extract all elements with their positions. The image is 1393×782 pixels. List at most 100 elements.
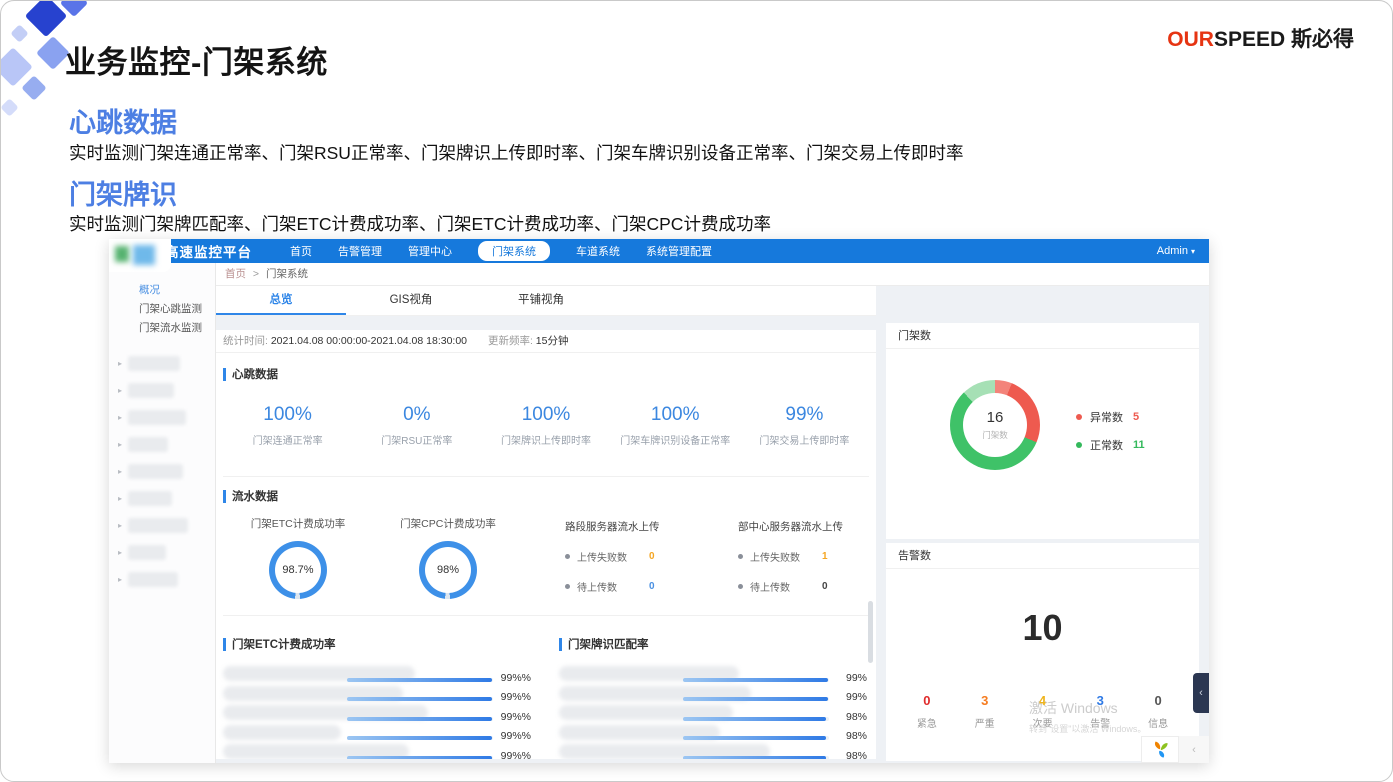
nav-item-告警管理[interactable]: 告警管理 — [338, 243, 382, 259]
heartbeat-stat: 99% 门架交易上传即时率 — [740, 404, 869, 447]
sidebar-item-门架心跳监测[interactable]: 门架心跳监测 — [109, 300, 215, 319]
heartbeat-stat: 0%门架RSU正常率 — [352, 404, 481, 447]
bar-value-label: 98% — [846, 730, 867, 742]
tab-总览[interactable]: 总览 — [216, 286, 346, 315]
stat-time-label: 统计时间: — [223, 335, 268, 347]
tab-GIS视角[interactable]: GIS视角 — [346, 286, 476, 315]
watermark-line1: 激活 Windows — [1029, 698, 1146, 718]
upload-row: 待上传数0 — [738, 579, 869, 594]
tab-平铺视角[interactable]: 平铺视角 — [476, 286, 606, 315]
alarm-severity-label: 紧急 — [898, 715, 956, 730]
gantry-card-title: 门架数 — [886, 323, 1199, 349]
bar-value-label: 99%% — [501, 730, 531, 742]
sidebar-item-门架流水监测[interactable]: 门架流水监测 — [109, 319, 215, 338]
stat-label: 门架牌识上传即时率 — [481, 432, 610, 447]
bar-row: 99% — [559, 685, 869, 705]
redacted-label — [128, 491, 172, 506]
chevron-right-icon: ▸ — [118, 440, 128, 449]
bar-value-label: 99% — [846, 691, 867, 703]
sidebar-item-redacted[interactable]: ▸ — [109, 377, 215, 404]
decor-diamond — [0, 98, 18, 116]
nav-item-门架系统[interactable]: 门架系统 — [478, 241, 550, 261]
stat-value: 100% — [223, 404, 352, 426]
sidebar-item-redacted[interactable]: ▸ — [109, 350, 215, 377]
bar-row: 98% — [559, 743, 869, 759]
bar-value-label: 99%% — [501, 672, 531, 684]
panel-collapse-button[interactable]: ‹ — [1193, 673, 1209, 713]
nav-item-车道系统[interactable]: 车道系统 — [576, 243, 620, 259]
redacted-bar-label — [223, 725, 341, 740]
bullet-icon — [738, 554, 743, 559]
sidebar-item-redacted[interactable]: ▸ — [109, 566, 215, 593]
chevron-right-icon: ▸ — [118, 413, 128, 422]
windows-watermark: 激活 Windows 转到"设置"以激活 Windows。 — [1029, 698, 1146, 735]
bar-row: 98% — [559, 704, 869, 724]
gauge-etc-label: 门架ETC计费成功率 — [223, 516, 373, 531]
sidebar-item-redacted[interactable]: ▸ — [109, 458, 215, 485]
sidebar: 概况门架心跳监测门架流水监测 ▸▸▸▸▸▸▸▸▸ — [109, 263, 216, 763]
nav-item-首页[interactable]: 首页 — [290, 243, 312, 259]
app-brand: 高速监控平台 — [165, 241, 252, 261]
main-body: 心跳数据 100%门架连通正常率0%门架RSU正常率100%门架牌识上传即时率1… — [216, 353, 876, 759]
chevron-right-icon: ▸ — [118, 548, 128, 557]
logo-rest: SPEED 斯必得 — [1214, 28, 1354, 51]
upload-block: 部中心服务器流水上传上传失败数1待上传数0 — [696, 516, 869, 599]
breadcrumb-home[interactable]: 首页 — [225, 268, 246, 280]
bar-value-label: 99%% — [501, 750, 531, 760]
gauge-etc-value: 98.7% — [269, 541, 327, 599]
company-logo: OURSPEED 斯必得 — [1167, 23, 1354, 53]
widget-collapse-button[interactable]: ‹ — [1179, 736, 1209, 763]
bar-row: 98% — [559, 724, 869, 744]
bar-fill — [683, 756, 826, 760]
scrollbar[interactable] — [868, 601, 873, 663]
bar-track — [683, 736, 829, 740]
bar-value-label: 99%% — [501, 711, 531, 723]
assistant-logo-button[interactable] — [1141, 736, 1179, 763]
stat-label: 门架连通正常率 — [223, 432, 352, 447]
watermark-line2: 转到"设置"以激活 Windows。 — [1029, 722, 1146, 735]
bar-track — [683, 717, 829, 721]
upload-row-value: 1 — [822, 551, 828, 562]
breadcrumb-current: 门架系统 — [266, 268, 308, 280]
section-desc-heartbeat: 实时监测门架连通正常率、门架RSU正常率、门架牌识上传即时率、门架车牌识别设备正… — [69, 140, 963, 165]
decor-diamond — [21, 75, 46, 100]
redacted-label — [128, 545, 166, 560]
user-menu[interactable]: Admin▾ — [1157, 245, 1195, 257]
sidebar-item-redacted[interactable]: ▸ — [109, 512, 215, 539]
sidebar-item-redacted[interactable]: ▸ — [109, 539, 215, 566]
logo-accent: OUR — [1167, 28, 1214, 51]
charts-row: 门架ETC计费成功率 99%%99%%99%%99%%99%%99%% 门架牌识… — [223, 626, 869, 759]
stat-value: 100% — [611, 404, 740, 426]
main-panel: 总览GIS视角平铺视角 统计时间: 2021.04.08 00:00:00-20… — [216, 286, 876, 759]
heartbeat-stat: 100%门架牌识上传即时率 — [481, 404, 610, 447]
heartbeat-stats: 100%门架连通正常率0%门架RSU正常率100%门架牌识上传即时率100%门架… — [223, 404, 869, 447]
breadcrumb: 首页 > 门架系统 — [216, 263, 1209, 286]
sidebar-item-redacted[interactable]: ▸ — [109, 431, 215, 458]
alarm-severity-value: 3 — [956, 693, 1014, 708]
bullet-icon — [738, 584, 743, 589]
bar-fill — [683, 717, 826, 721]
stat-value: 99% — [740, 404, 869, 426]
alarm-count-card: 告警数 10 0紧急3严重4次要3告警0信息 激活 Windows 转到"设置"… — [886, 543, 1199, 761]
nav-item-管理中心[interactable]: 管理中心 — [408, 243, 452, 259]
bar-track — [683, 697, 829, 701]
gantry-count-card: 门架数 16 门架数 异常数5正常数11 — [886, 323, 1199, 539]
bar-value-label: 98% — [846, 711, 867, 723]
nav-item-系统管理配置[interactable]: 系统管理配置 — [646, 243, 712, 259]
sidebar-item-redacted[interactable]: ▸ — [109, 485, 215, 512]
pinwheel-icon — [1150, 740, 1170, 760]
corner-widget: ‹ — [1141, 736, 1209, 763]
sidebar-item-概况[interactable]: 概况 — [109, 281, 215, 300]
refresh-freq-value: 15分钟 — [536, 335, 569, 347]
chevron-down-icon: ▾ — [1191, 247, 1195, 256]
upload-row-label: 待上传数 — [750, 579, 822, 594]
bar-track — [347, 697, 493, 701]
gauge-cpc-donut: 98% — [419, 541, 477, 599]
chevron-right-icon: ▸ — [118, 359, 128, 368]
sidebar-item-redacted[interactable]: ▸ — [109, 404, 215, 431]
chart-plate-title: 门架牌识匹配率 — [559, 636, 869, 652]
stat-time-value: 2021.04.08 00:00:00-2021.04.08 18:30:00 — [271, 335, 467, 347]
upload-blocks: 路段服务器流水上传上传失败数0待上传数0部中心服务器流水上传上传失败数1待上传数… — [523, 516, 869, 599]
redacted-label — [128, 437, 168, 452]
stat-label: 门架交易上传即时率 — [740, 432, 869, 447]
